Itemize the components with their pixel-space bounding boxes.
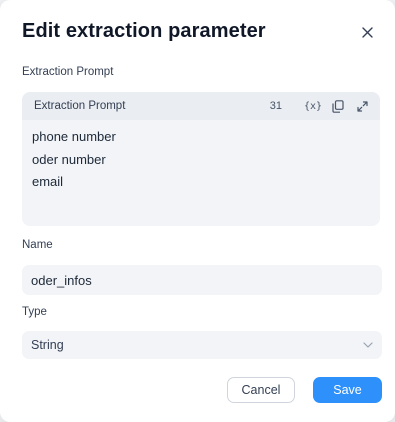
- name-label: Name: [22, 239, 53, 251]
- prompt-line: oder number: [32, 151, 106, 167]
- type-label: Type: [22, 306, 47, 318]
- name-input-value: oder_infos: [31, 272, 92, 288]
- prompt-editor-header: Extraction Prompt 31 {x}: [22, 92, 380, 120]
- cancel-button[interactable]: Cancel: [227, 377, 295, 403]
- chevron-down-icon: [363, 342, 373, 348]
- type-select[interactable]: String: [22, 331, 382, 359]
- extraction-prompt-editor[interactable]: Extraction Prompt 31 {x} phone number od…: [22, 92, 380, 226]
- copy-icon[interactable]: [330, 98, 346, 114]
- expand-icon[interactable]: [354, 98, 370, 114]
- prompt-line: email: [32, 174, 64, 189]
- dialog-title: Edit extraction parameter: [22, 20, 266, 42]
- save-button[interactable]: Save: [313, 377, 382, 403]
- char-count: 31: [269, 100, 282, 112]
- close-button[interactable]: [357, 22, 377, 42]
- extraction-prompt-label: Extraction Prompt: [22, 66, 114, 78]
- prompt-editor-title: Extraction Prompt: [34, 100, 126, 112]
- prompt-text[interactable]: phone number oder number email: [22, 120, 380, 194]
- name-input[interactable]: oder_infos: [22, 265, 382, 295]
- variable-icon[interactable]: {x}: [304, 98, 322, 114]
- type-select-value: String: [31, 338, 64, 352]
- edit-parameter-dialog: Edit extraction parameter Extraction Pro…: [0, 0, 395, 422]
- prompt-line: phone number: [32, 129, 116, 144]
- close-icon: [361, 26, 373, 38]
